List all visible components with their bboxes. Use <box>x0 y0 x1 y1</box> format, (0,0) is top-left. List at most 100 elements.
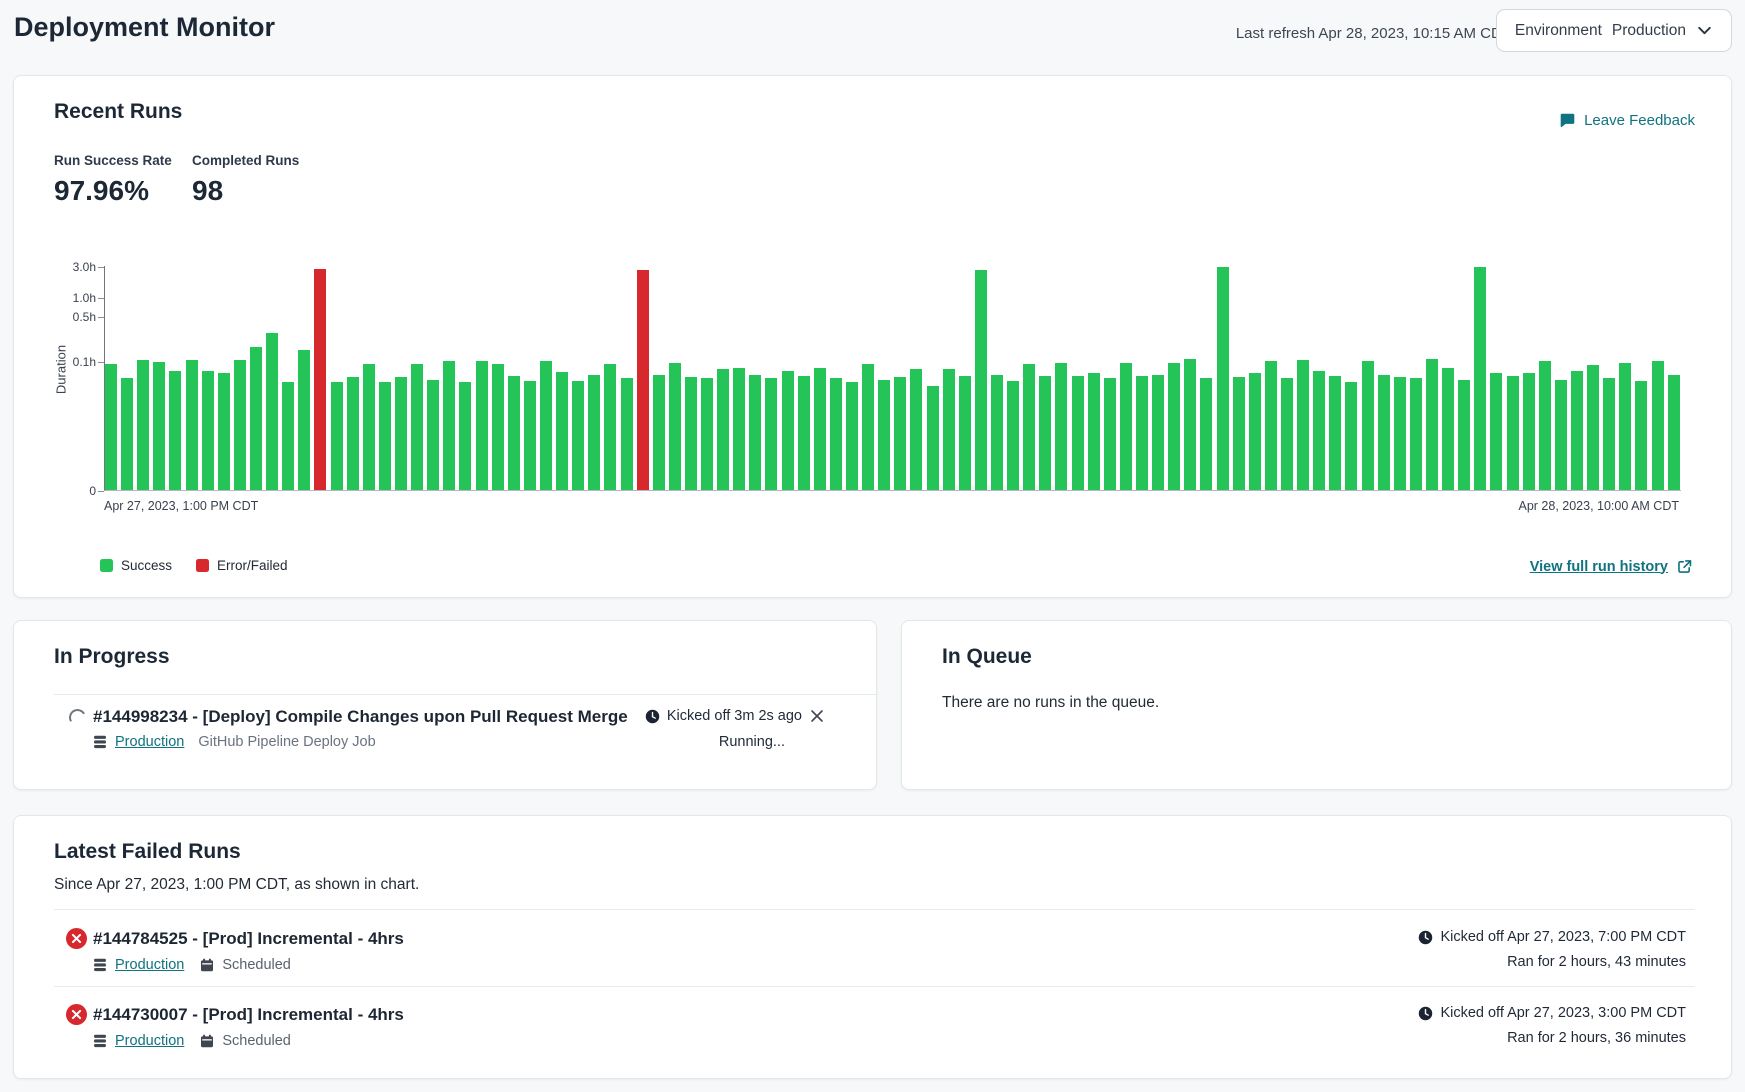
chart-bar-success <box>653 375 665 490</box>
chart-bar-success <box>411 364 423 490</box>
chart-bar-success <box>1184 359 1196 490</box>
chart-bar-success <box>153 362 165 490</box>
chart-bar-success <box>975 270 987 490</box>
legend-item: Success <box>100 558 172 573</box>
stat-success-rate-label: Run Success Rate <box>54 153 172 168</box>
error-badge-icon <box>66 928 87 949</box>
close-icon[interactable] <box>810 709 824 723</box>
chart-bar-success <box>1249 373 1261 490</box>
chart-bar-success <box>443 361 455 490</box>
environment-link[interactable]: Production <box>115 734 184 750</box>
run-duration-label: Ran for 2 hours, 43 minutes <box>1507 954 1686 970</box>
environment-dropdown[interactable]: Environment Production <box>1496 9 1732 52</box>
chart-bar-success <box>1394 377 1406 490</box>
kicked-off-row: Kicked off Apr 27, 2023, 7:00 PM CDT <box>1418 929 1686 945</box>
chart-bar-success <box>862 364 874 490</box>
chart-bar-success <box>782 371 794 490</box>
chart-bar-success <box>395 377 407 490</box>
chart-bar-success <box>1362 361 1374 490</box>
chart-bar-success <box>1458 380 1470 490</box>
chart-bar-success <box>1587 365 1599 490</box>
stat-completed-runs-label: Completed Runs <box>192 153 299 168</box>
schedule-label: Scheduled <box>222 1033 291 1049</box>
environment-dropdown-label: Environment <box>1515 22 1602 40</box>
in-progress-run-meta: Production GitHub Pipeline Deploy Job <box>93 734 376 750</box>
failed-run-title: #144784525 - [Prod] Incremental - 4hrs <box>93 929 404 949</box>
chart-bar-success <box>1555 380 1567 490</box>
chart-bar-success <box>266 333 278 490</box>
chart-bar-success <box>1072 376 1084 490</box>
legend-item: Error/Failed <box>196 558 288 573</box>
chart-bar-success <box>459 382 471 490</box>
chart-bar-success <box>1200 378 1212 490</box>
external-link-icon <box>1676 558 1693 575</box>
environment-link[interactable]: Production <box>115 957 184 973</box>
database-icon <box>93 958 107 972</box>
legend-label: Success <box>121 558 172 573</box>
chart-bar-success <box>991 375 1003 490</box>
duration-bar-chart[interactable]: 3.0h1.0h0.5h0.1h0 <box>104 266 1681 491</box>
environment-link[interactable]: Production <box>115 1033 184 1049</box>
spinner-icon <box>67 707 88 728</box>
calendar-icon <box>200 958 214 972</box>
chart-bar-success <box>1088 373 1100 490</box>
recent-runs-title: Recent Runs <box>54 100 182 124</box>
chart-bar-success <box>347 377 359 490</box>
stat-success-rate: Run Success Rate 97.96% <box>54 153 172 207</box>
chart-bar-success <box>427 380 439 490</box>
chart-bar-success <box>492 364 504 490</box>
chart-bar-success <box>1023 364 1035 490</box>
in-queue-empty-message: There are no runs in the queue. <box>942 694 1159 712</box>
view-full-run-history-label: View full run history <box>1530 559 1668 575</box>
recent-runs-card: Recent Runs Leave Feedback Run Success R… <box>13 75 1732 598</box>
y-tick-label: 0.5h <box>44 310 96 324</box>
chart-bar-success <box>1603 378 1615 490</box>
chart-bar-success <box>878 380 890 490</box>
chart-bar-success <box>540 361 552 490</box>
chart-bar-success <box>508 376 520 490</box>
chart-bar-success <box>685 377 697 490</box>
chat-bubble-icon <box>1559 112 1576 129</box>
chart-bar-success <box>105 364 117 490</box>
chart-bar-success <box>572 381 584 490</box>
chart-bar-success <box>1539 361 1551 490</box>
legend-label: Error/Failed <box>217 558 288 573</box>
chart-bar-success <box>1410 378 1422 490</box>
chart-bar-success <box>1233 377 1245 490</box>
view-full-run-history-link[interactable]: View full run history <box>1530 558 1693 575</box>
chart-bar-success <box>524 381 536 490</box>
chart-bar-success <box>1168 363 1180 490</box>
kicked-off-label: Kicked off Apr 27, 2023, 3:00 PM CDT <box>1440 1005 1686 1021</box>
chart-bar-success <box>298 350 310 490</box>
latest-failed-runs-title: Latest Failed Runs <box>54 840 241 864</box>
chart-legend: Success Error/Failed <box>100 558 288 573</box>
divider <box>54 909 1695 910</box>
in-queue-title: In Queue <box>942 645 1032 669</box>
chart-bar-success <box>1345 382 1357 490</box>
chart-bar-success <box>1120 363 1132 490</box>
chart-bar-success <box>121 378 133 490</box>
leave-feedback-button[interactable]: Leave Feedback <box>1559 112 1695 129</box>
chart-bar-success <box>1313 371 1325 490</box>
y-tick-label: 0 <box>44 484 96 498</box>
chart-bar-success <box>943 369 955 490</box>
chart-bar-success <box>830 378 842 490</box>
chart-bar-success <box>749 375 761 490</box>
y-tick-label: 3.0h <box>44 260 96 274</box>
chevron-down-icon <box>1696 22 1713 39</box>
in-progress-title: In Progress <box>54 645 170 669</box>
chart-plot-area <box>104 266 1681 491</box>
chart-bar-success <box>379 382 391 490</box>
latest-failed-runs-card: Latest Failed Runs Since Apr 27, 2023, 1… <box>13 815 1732 1079</box>
job-type-label: GitHub Pipeline Deploy Job <box>198 734 375 750</box>
database-icon <box>93 735 107 749</box>
y-tick-label: 0.1h <box>44 355 96 369</box>
chart-bar-success <box>1136 376 1148 490</box>
chart-bar-success <box>169 371 181 490</box>
chart-bar-success <box>1055 363 1067 490</box>
chart-bar-success <box>927 386 939 490</box>
chart-bar-success <box>1426 359 1438 490</box>
schedule-label: Scheduled <box>222 957 291 973</box>
chart-bar-success <box>1007 381 1019 490</box>
chart-bar-success <box>218 373 230 490</box>
